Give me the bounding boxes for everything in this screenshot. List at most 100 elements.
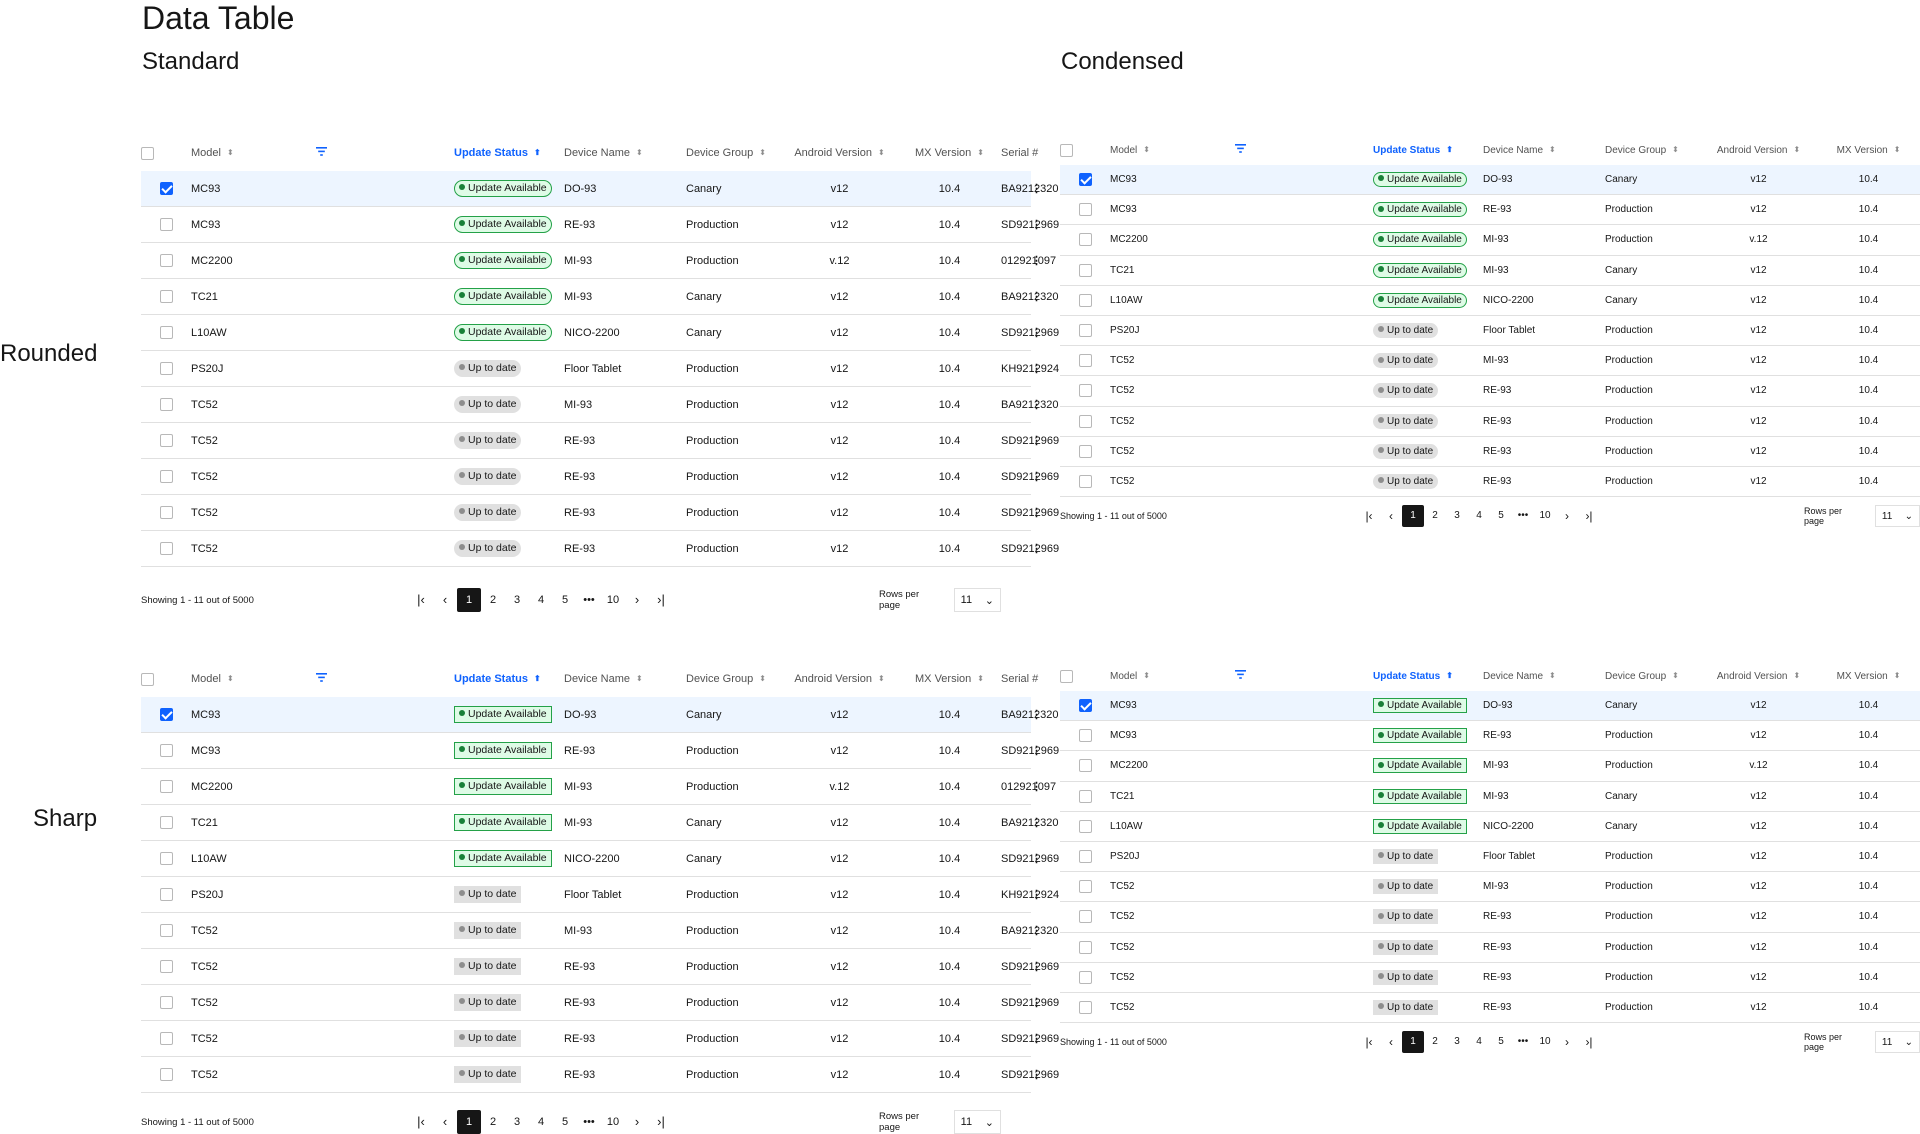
sort-arrows-icon[interactable]: ⬍ <box>1894 145 1901 154</box>
next-page-icon[interactable]: › <box>1556 505 1578 527</box>
row-checkbox[interactable] <box>1078 940 1092 954</box>
next-page-icon[interactable]: › <box>625 588 649 612</box>
column-header-serial[interactable]: Serial # <box>1001 661 1038 697</box>
table-row[interactable]: MC2200 Update Available MI-93 Production v.1… <box>1060 224 1920 256</box>
table-row[interactable]: PS20J Up to date Floor Tablet Production v12… <box>141 350 1059 387</box>
column-header-device-group[interactable]: Device Group ⬍ <box>1605 135 1700 165</box>
page-ellipsis[interactable]: ••• <box>577 588 601 612</box>
column-header-android-version[interactable]: Android Version ⬍ <box>781 135 898 171</box>
sort-ascending-icon[interactable]: ⬆ <box>1446 671 1453 680</box>
row-checkbox[interactable] <box>1078 324 1092 338</box>
sort-arrows-icon[interactable]: ⬍ <box>759 149 766 157</box>
table-row[interactable]: TC21Update AvailableMI-93Canaryv1210.4BA… <box>1060 781 1920 812</box>
row-checkbox[interactable] <box>159 924 173 937</box>
page-ellipsis[interactable]: ••• <box>577 1110 601 1134</box>
row-checkbox[interactable] <box>159 708 173 721</box>
page-ellipsis[interactable]: ••• <box>1512 505 1534 527</box>
sort-ascending-icon[interactable]: ⬆ <box>534 675 541 683</box>
select-all-checkbox[interactable] <box>1060 669 1073 683</box>
column-header-update-status[interactable]: Update Status ⬆ <box>1373 661 1483 691</box>
column-header-update-status[interactable]: Update Status ⬆ <box>1373 135 1483 165</box>
column-header-device-name[interactable]: Device Name ⬍ <box>564 135 686 171</box>
table-row[interactable]: MC93Update AvailableDO-93Canaryv1210.4BA… <box>1060 691 1920 722</box>
column-header-device-group[interactable]: Device Group ⬍ <box>1605 661 1700 691</box>
row-checkbox[interactable] <box>159 852 173 865</box>
table-row[interactable]: TC52Up to dateRE-93Productionv1210.4SD92… <box>141 1056 1059 1093</box>
column-header-mx-version[interactable]: MX Version ⬍ <box>898 135 1001 171</box>
rows-per-page-select[interactable]: 11 ⌄ <box>1874 1031 1920 1053</box>
row-checkbox[interactable] <box>159 542 173 555</box>
row-checkbox[interactable] <box>1078 414 1092 428</box>
row-checkbox[interactable] <box>1078 444 1092 458</box>
column-header-update-status[interactable]: Update Status ⬆ <box>454 135 564 171</box>
sort-arrows-icon[interactable]: ⬍ <box>1793 671 1800 680</box>
sort-arrows-icon[interactable]: ⬍ <box>1549 145 1556 154</box>
sort-arrows-icon[interactable]: ⬍ <box>636 149 643 157</box>
row-checkbox[interactable] <box>159 960 173 973</box>
page-button[interactable]: 4 <box>1468 1031 1490 1053</box>
page-button[interactable]: 4 <box>1468 505 1490 527</box>
select-all-checkbox[interactable] <box>141 146 154 160</box>
page-button[interactable]: 5 <box>1490 505 1512 527</box>
page-button[interactable]: 3 <box>505 1110 529 1134</box>
column-header-device-name[interactable]: Device Name ⬍ <box>1483 135 1605 165</box>
sort-arrows-icon[interactable]: ⬍ <box>1672 145 1679 154</box>
table-row[interactable]: TC52 Up to date MI-93Productionv1210.4BA92… <box>141 386 1059 423</box>
row-checkbox[interactable] <box>1078 729 1092 743</box>
row-checkbox[interactable] <box>159 434 173 447</box>
row-checkbox[interactable] <box>159 506 173 519</box>
column-header-device-name[interactable]: Device Name ⬍ <box>564 661 686 697</box>
row-checkbox[interactable] <box>159 780 173 793</box>
previous-page-icon[interactable]: ‹ <box>433 1110 457 1134</box>
table-row[interactable]: TC52Up to dateRE-93Productionv1210.4SD92… <box>141 948 1059 985</box>
page-button[interactable]: 2 <box>481 1110 505 1134</box>
sort-arrows-icon[interactable]: ⬍ <box>227 675 234 683</box>
page-button[interactable]: 2 <box>1424 1031 1446 1053</box>
column-header-serial[interactable]: Serial # <box>1001 135 1038 171</box>
table-row[interactable]: TC52Up to dateRE-93Productionv1210.4SD92… <box>1060 466 1920 498</box>
page-button[interactable]: 4 <box>529 1110 553 1134</box>
table-row[interactable]: MC93 Update Available RE-93 Production v12 10… <box>1060 720 1920 752</box>
table-row[interactable]: MC93 Update Available RE-93 Production v12 10… <box>1060 194 1920 226</box>
sort-arrows-icon[interactable]: ⬍ <box>1672 671 1679 680</box>
table-row[interactable]: TC52Up to dateRE-93Productionv1210.4SD92… <box>141 458 1059 495</box>
page-button[interactable]: 2 <box>481 588 505 612</box>
table-row[interactable]: MC93 Update Available RE-93 Production v12 10… <box>141 206 1059 243</box>
column-header-android-version[interactable]: Android Version ⬍ <box>781 661 898 697</box>
page-button[interactable]: 2 <box>1424 505 1446 527</box>
last-page-icon[interactable]: ›| <box>1578 505 1600 527</box>
table-row[interactable]: TC52Up to dateRE-93Productionv1210.4SD92… <box>1060 406 1920 437</box>
row-checkbox[interactable] <box>1078 384 1092 398</box>
table-row[interactable]: TC52Up to dateRE-93Productionv1210.4SD92… <box>141 530 1059 567</box>
row-checkbox[interactable] <box>159 362 173 375</box>
table-row[interactable]: MC93Update AvailableDO-93Canaryv1210.4BA… <box>1060 165 1920 196</box>
table-row[interactable]: TC52Up to dateRE-93Productionv1210.4SD92… <box>1060 375 1920 407</box>
table-row[interactable]: TC21Update AvailableMI-93Canaryv1210.4BA… <box>141 278 1059 315</box>
row-checkbox[interactable] <box>1078 970 1092 984</box>
table-row[interactable]: MC2200 Update Available MI-93 Production v.1… <box>141 242 1056 279</box>
row-checkbox[interactable] <box>1078 789 1092 803</box>
table-row[interactable]: TC52Up to dateRE-93Productionv1210.4SD92… <box>1060 932 1920 963</box>
page-button[interactable]: 10 <box>1534 1031 1556 1053</box>
row-checkbox[interactable] <box>1078 263 1092 277</box>
previous-page-icon[interactable]: ‹ <box>433 588 457 612</box>
table-row[interactable]: TC52Up to dateRE-93Productionv1210.4SD92… <box>1060 992 1920 1024</box>
row-checkbox[interactable] <box>1078 910 1092 924</box>
column-header-device-group[interactable]: Device Group ⬍ <box>686 661 781 697</box>
page-button[interactable]: 10 <box>1534 505 1556 527</box>
row-checkbox[interactable] <box>1078 293 1092 307</box>
last-page-icon[interactable]: ›| <box>649 1110 673 1134</box>
page-button[interactable]: 5 <box>553 1110 577 1134</box>
row-checkbox[interactable] <box>1078 474 1092 488</box>
row-checkbox[interactable] <box>159 816 173 829</box>
first-page-icon[interactable]: |‹ <box>1358 505 1380 527</box>
first-page-icon[interactable]: |‹ <box>1358 1031 1380 1053</box>
row-checkbox[interactable] <box>159 996 173 1009</box>
table-row[interactable]: TC52Up to dateRE-93Productionv1210.4SD92… <box>1060 962 1920 993</box>
sort-ascending-icon[interactable]: ⬆ <box>1446 145 1453 154</box>
page-button[interactable]: 5 <box>553 588 577 612</box>
table-row[interactable]: TC52Up to dateRE-93Productionv1210.4SD92… <box>141 422 1059 459</box>
sort-arrows-icon[interactable]: ⬍ <box>977 149 984 157</box>
sort-arrows-icon[interactable]: ⬍ <box>636 675 643 683</box>
column-header-model[interactable]: Model ⬍ <box>1110 661 1235 691</box>
